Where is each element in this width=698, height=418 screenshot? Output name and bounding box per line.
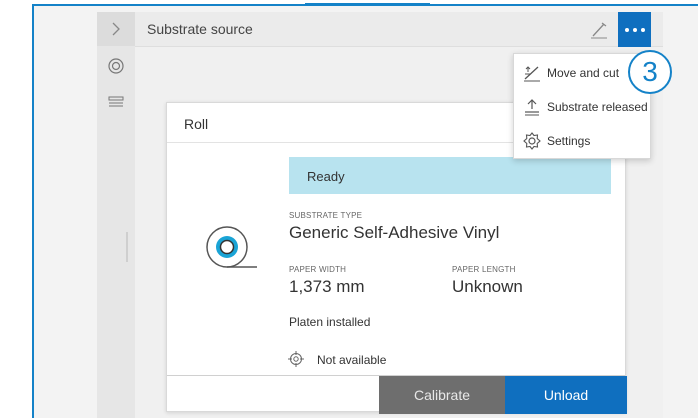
- roll-icon: [108, 58, 124, 74]
- header-bar: Substrate source: [135, 12, 663, 47]
- availability-status: Not available: [317, 353, 387, 367]
- gear-icon: [523, 132, 541, 150]
- substrate-type-label: SUBSTRATE TYPE: [289, 211, 363, 220]
- collapse-button[interactable]: [97, 12, 135, 46]
- paper-width-label: PAPER WIDTH: [289, 265, 347, 274]
- substrate-type-value: Generic Self-Adhesive Vinyl: [289, 223, 500, 242]
- platen-status: Platen installed: [289, 315, 371, 329]
- edit-button[interactable]: [585, 18, 613, 42]
- edit-pencil-icon: [591, 22, 607, 39]
- menu-item-label: Settings: [547, 134, 591, 148]
- page-title: Substrate source: [147, 21, 253, 37]
- sidebar-item-roll[interactable]: [97, 51, 135, 81]
- target-icon: [288, 351, 304, 367]
- scroll-indicator: [126, 232, 128, 262]
- more-dots-icon: [623, 27, 647, 32]
- paper-width-value: 1,373 mm: [289, 277, 365, 296]
- top-accent-line: [305, 3, 430, 5]
- move-cut-icon: [523, 64, 541, 82]
- roll-illustration-icon: [206, 226, 257, 268]
- more-options-button[interactable]: [618, 12, 651, 47]
- substrate-release-icon: [523, 98, 541, 116]
- menu-item-settings[interactable]: Settings: [514, 124, 652, 158]
- status-badge: Ready: [289, 157, 611, 194]
- menu-item-label: Substrate released: [547, 100, 648, 114]
- menu-item-label: Move and cut: [547, 66, 620, 80]
- card-title: Roll: [184, 116, 209, 132]
- paper-length-value: Unknown: [452, 277, 523, 296]
- side-panel: [97, 12, 135, 418]
- chevron-right-icon: [112, 22, 120, 36]
- stack-icon: [108, 96, 124, 107]
- card-footer: Calibrate Unload: [167, 375, 627, 414]
- sidebar-item-stack[interactable]: [97, 87, 135, 117]
- menu-item-substrate-released[interactable]: Substrate released: [514, 90, 652, 124]
- paper-length-label: PAPER LENGTH: [452, 265, 516, 274]
- calibrate-button[interactable]: Calibrate: [379, 376, 505, 414]
- unload-button[interactable]: Unload: [505, 376, 627, 414]
- step-callout: 3: [628, 50, 672, 94]
